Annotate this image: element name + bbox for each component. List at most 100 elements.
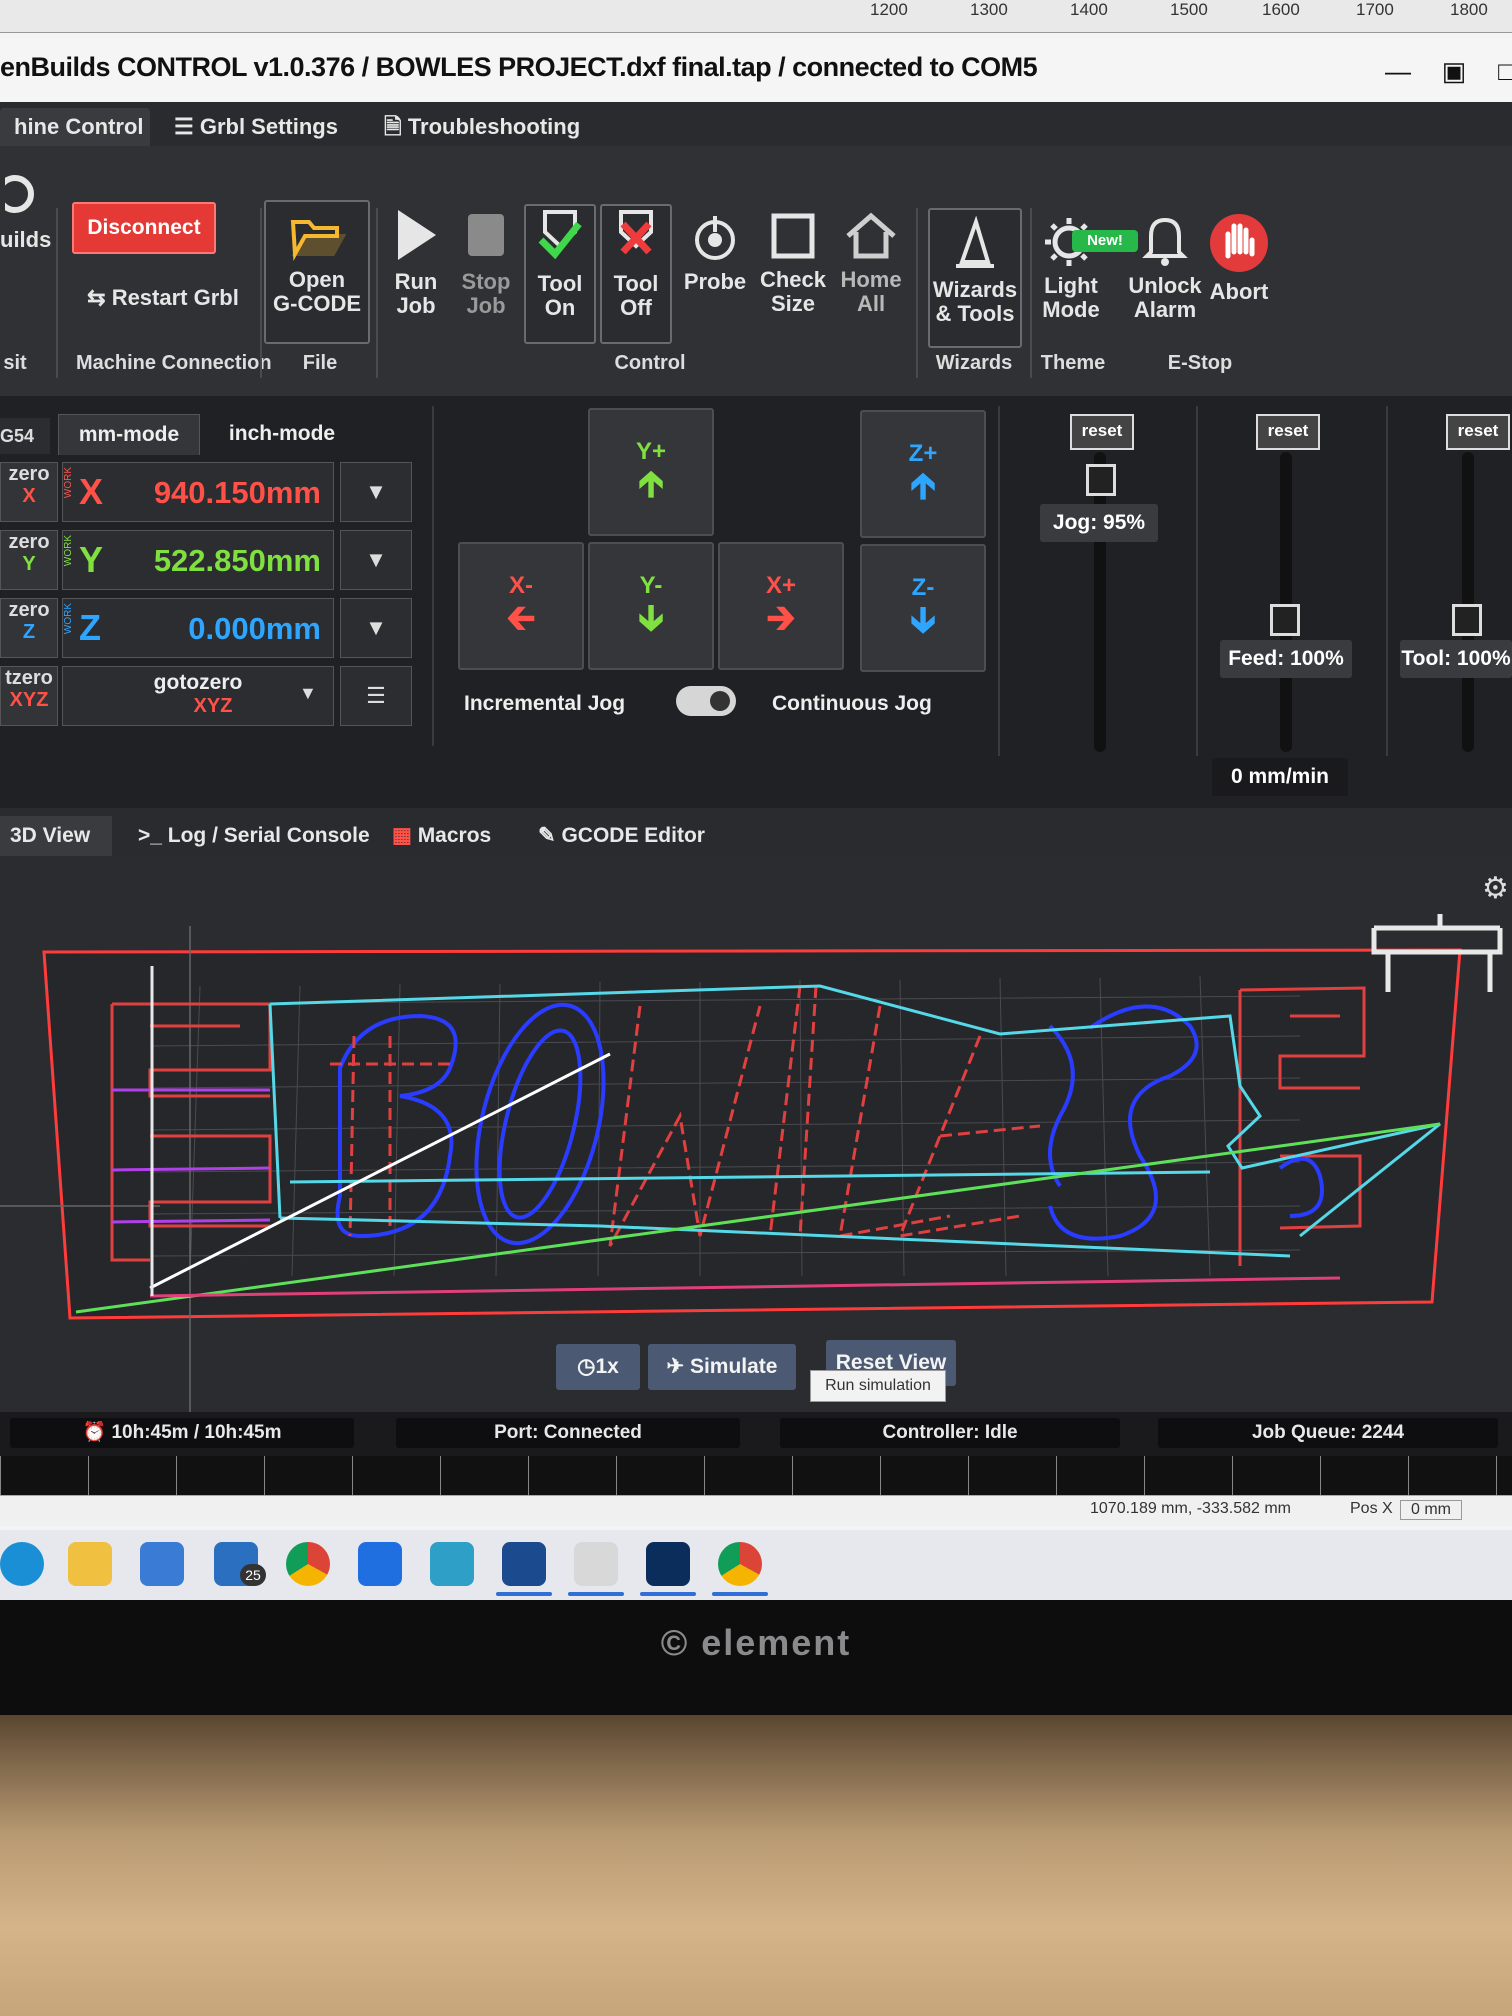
running-indicator [568,1592,624,1596]
run-job-line2: Job [396,293,436,318]
tab-log-serial-console[interactable]: >_ Log / Serial Console [128,816,380,856]
z-menu-dropdown[interactable]: ▼ [340,598,412,658]
main-tabs: hine Control ☰ Grbl Settings 🗎 Troublesh… [0,102,1512,146]
pen-icon[interactable] [574,1542,618,1586]
light-mode-line1: Light [1044,273,1098,298]
openbuilds-visit-button[interactable]: uilds [0,172,51,252]
tool-off-button[interactable]: Tool Off [600,204,672,344]
tab-grbl-settings[interactable]: ☰ Grbl Settings [160,108,352,146]
simulation-speed-button[interactable]: ◷1x [556,1344,640,1390]
maximize-icon[interactable]: ▣ [1440,58,1468,84]
restart-grbl-button[interactable]: ⇆ Restart Grbl [78,286,248,310]
stop-job-button[interactable]: Stop Job [454,206,518,318]
arrow-down-icon: 🡳 [910,599,936,640]
zero-y-button[interactable]: zero Y [0,530,58,590]
disconnect-button[interactable]: Disconnect [72,202,216,254]
window-title: enBuilds CONTROL v1.0.376 / BOWLES PROJE… [0,52,1038,82]
chrome-icon[interactable] [286,1542,330,1586]
minimize-icon[interactable]: — [1384,58,1412,84]
light-mode-button[interactable]: Light Mode [1036,212,1106,322]
settings-gear-icon: ⚙ [1482,871,1509,906]
tab-3d-view[interactable]: 3D View [0,816,112,856]
jog-y-plus-button[interactable]: Y+ 🡱 [588,408,714,536]
feed-percent-label: Feed: 100% [1220,640,1352,678]
zero-label: zero [8,599,50,621]
home-all-button[interactable]: Home All [836,210,906,316]
inch-mode-tab[interactable]: inch-mode [212,414,352,454]
setzero-axes: XYZ [9,689,49,711]
tab-label: Log / Serial Console [167,824,370,847]
store-icon[interactable] [140,1542,184,1586]
feed-override-slider[interactable] [1280,452,1292,752]
run-job-button[interactable]: Run Job [384,206,448,318]
tab-machine-control[interactable]: hine Control [0,108,150,146]
zero-z-button[interactable]: zero Z [0,598,58,658]
app-icon[interactable] [430,1542,474,1586]
close-icon[interactable]: □ [1492,58,1512,84]
jog-y-minus-button[interactable]: Y- 🡳 [588,542,714,670]
probe-button[interactable]: Probe [676,212,754,294]
openbuilds-control-icon[interactable] [646,1542,690,1586]
openbuilds-cam-icon[interactable] [502,1542,546,1586]
chrome-profile-icon[interactable] [718,1542,762,1586]
jog-override-slider[interactable] [1094,452,1106,752]
jog-x-plus-button[interactable]: X+ 🡲 [718,542,844,670]
mail-icon[interactable]: 25 [214,1542,266,1586]
tab-macros[interactable]: ▦ Macros [382,816,501,856]
jog-z-plus-button[interactable]: Z+ 🡱 [860,410,986,538]
brand-text: element [701,1622,852,1663]
mail-badge: 25 [240,1564,266,1586]
zero-x-button[interactable]: zero X [0,462,58,522]
macro-stack-button[interactable]: ☰ [340,666,412,726]
jog-slider-handle[interactable] [1086,464,1116,496]
tool-percent-label: Tool: 100% [1400,640,1512,678]
bell-icon [1142,217,1188,266]
unlock-line2: Alarm [1133,297,1197,322]
3d-viewer[interactable]: ⚙ ◷1x ✈ Simulate Reset View [0,856,1512,1412]
x-menu-dropdown[interactable]: ▼ [340,462,412,522]
mm-mode-tab[interactable]: mm-mode [58,414,200,455]
work-label: WORK [63,603,74,635]
job-time-status: ⏰ 10h:45m / 10h:45m [10,1418,354,1448]
tab-label: Troubleshooting [407,114,581,139]
caret-down-icon: ▼ [365,479,387,504]
edit-icon: ✎ [538,824,562,847]
unlock-alarm-button[interactable]: Unlock Alarm [1128,212,1202,322]
feed-rate-readout: 0 mm/min [1212,758,1348,796]
feed-reset-button[interactable]: reset [1256,414,1320,450]
y-menu-dropdown[interactable]: ▼ [340,530,412,590]
jog-mode-toggle[interactable] [676,686,736,716]
openbuilds-window: enBuilds CONTROL v1.0.376 / BOWLES PROJE… [0,38,1512,1456]
tab-label: Macros [417,824,492,847]
pos-x-field[interactable]: 0 mm [1400,1500,1462,1520]
jog-x-minus-button[interactable]: X- 🡰 [458,542,584,670]
wizard-hat-icon [956,216,994,268]
jog-reset-button[interactable]: reset [1070,414,1134,450]
edge-icon[interactable] [0,1542,44,1586]
simulate-button[interactable]: ✈ Simulate [648,1344,796,1390]
group-label-theme: Theme [1040,352,1106,374]
tab-troubleshooting[interactable]: 🗎 Troubleshooting [370,108,594,146]
group-label-wizards: Wizards [935,352,1013,374]
sliders-icon: ☰ [174,114,200,139]
y-axis-letter: Y [79,539,104,580]
gotozero-button[interactable]: gotozero XYZ ▼ [62,666,334,726]
stack-icon: ☰ [366,683,386,708]
tool-slider-handle[interactable] [1452,604,1482,636]
tab-gcode-editor[interactable]: ✎ GCODE Editor [528,816,715,856]
refresh-icon: ⇆ [87,285,112,310]
tool-override-slider[interactable] [1462,452,1474,752]
bing-icon[interactable] [358,1542,402,1586]
tool-on-button[interactable]: Tool On [524,204,596,344]
check-size-button[interactable]: Check Size [756,210,830,316]
wizards-tools-button[interactable]: Wizards & Tools [928,208,1022,348]
wooden-desk [0,1715,1512,2016]
file-explorer-icon[interactable] [68,1542,112,1586]
tool-reset-button[interactable]: reset [1446,414,1510,450]
jog-z-minus-button[interactable]: Z- 🡳 [860,544,986,672]
feed-slider-handle[interactable] [1270,604,1300,636]
setzero-xyz-button[interactable]: tzero XYZ [0,666,58,726]
abort-button[interactable]: Abort [1202,212,1276,304]
job-queue-status: Job Queue: 2244 [1158,1418,1498,1448]
open-gcode-button[interactable]: Open G-CODE [264,200,370,344]
